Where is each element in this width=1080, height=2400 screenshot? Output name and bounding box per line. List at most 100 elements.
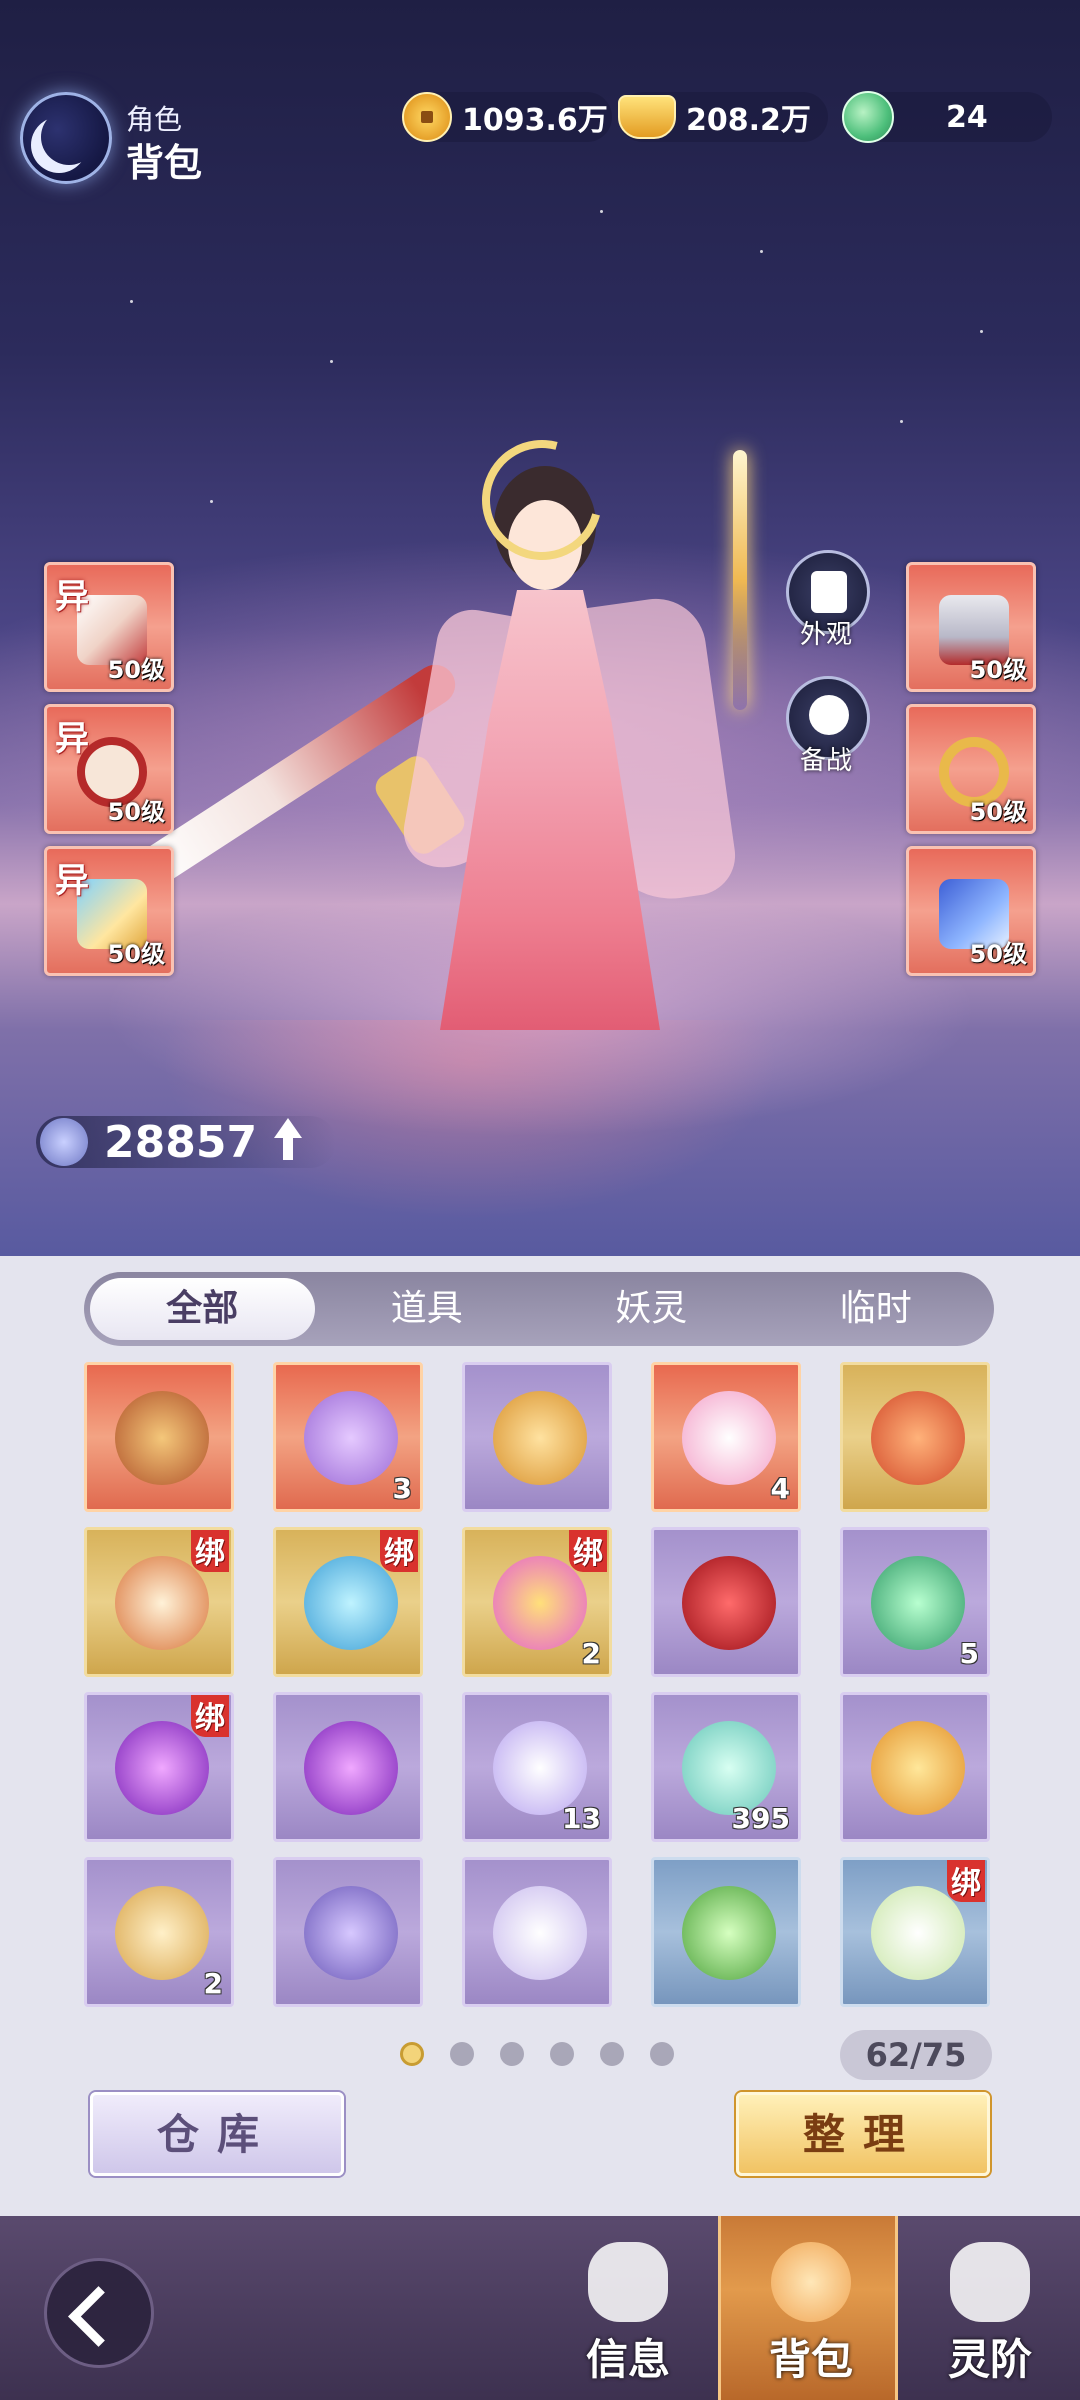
equip-slot-left-1[interactable]: 异 50级 (44, 562, 174, 692)
gold-ingot-icon (618, 95, 676, 139)
item-slot[interactable] (651, 1527, 801, 1677)
tab-spirits[interactable]: 妖灵 (539, 1278, 764, 1340)
equip-slot-right-2[interactable]: 50级 (906, 704, 1036, 834)
special-tag: 异 (55, 577, 89, 617)
item-slot[interactable]: 13 (462, 1692, 612, 1842)
potion-bottle-icon (682, 1721, 776, 1815)
copper-value: 1093.6万 (462, 103, 608, 138)
nav-bag[interactable]: 背包 (718, 2216, 898, 2400)
lucky-bag-icon (304, 1391, 398, 1485)
tab-temporary[interactable]: 临时 (764, 1278, 989, 1340)
royal-plaque-icon (115, 1886, 209, 1980)
currency-gold[interactable]: 208.2万 (618, 92, 828, 142)
item-grid: 3 4 绑绑 2 绑 5 绑 13 395 2 绑 (84, 1362, 994, 2012)
equip-slot-right-1[interactable]: 50级 (906, 562, 1036, 692)
item-slot[interactable] (273, 1857, 423, 2007)
bound-badge: 绑 (191, 1695, 229, 1737)
bag-icon (771, 2242, 851, 2322)
item-count: 13 (562, 1802, 601, 1835)
star (980, 330, 983, 333)
page-dot[interactable] (450, 2042, 474, 2066)
equip-slot-right-3[interactable]: 50级 (906, 846, 1036, 976)
item-slot[interactable] (651, 1857, 801, 2007)
red-rose-icon (682, 1556, 776, 1650)
sort-button[interactable]: 整理 (736, 2092, 990, 2176)
currency-copper[interactable]: 1093.6万 (402, 92, 612, 142)
item-count: 2 (203, 1967, 223, 2000)
item-slot[interactable]: 绑 (840, 1857, 990, 2007)
robe-icon (811, 571, 847, 613)
nav-spirit-rank-label: 灵阶 (947, 2335, 1032, 2384)
bound-badge: 绑 (191, 1530, 229, 1572)
back-arrow-icon[interactable] (44, 2258, 154, 2368)
equip-slot-left-2[interactable]: 异 50级 (44, 704, 174, 834)
equip-level: 50级 (107, 656, 165, 684)
combat-power-value: 28857 (104, 1116, 258, 1168)
page-indicator (400, 2042, 674, 2066)
item-count: 5 (959, 1637, 979, 1670)
item-slot[interactable]: 绑 (84, 1692, 234, 1842)
star (900, 420, 903, 423)
equip-level: 50级 (969, 798, 1027, 826)
nav-info[interactable]: 信息 (538, 2216, 718, 2400)
copper-coin-icon (402, 92, 452, 142)
appearance-label: 外观 (800, 620, 853, 650)
equip-level: 50级 (969, 656, 1027, 684)
crescent-moon-icon (20, 92, 112, 184)
item-slot[interactable]: 2绑 (462, 1527, 612, 1677)
equip-slot-left-3[interactable]: 异 50级 (44, 846, 174, 976)
page-dot[interactable] (500, 2042, 524, 2066)
fate-token-icon (493, 1391, 587, 1485)
crane-bird-icon (682, 1391, 776, 1485)
page-dot[interactable] (650, 2042, 674, 2066)
item-count: 395 (731, 1802, 790, 1835)
voucher-ticket-icon (871, 1391, 965, 1485)
item-slot[interactable] (840, 1362, 990, 1512)
jade-dragon-icon (842, 91, 894, 143)
combat-power-icon (40, 1118, 88, 1166)
page-dot[interactable] (400, 2042, 424, 2066)
nav-info-label: 信息 (585, 2335, 670, 2384)
item-count: 2 (581, 1637, 601, 1670)
item-slot[interactable]: 2 (84, 1857, 234, 2007)
flame-icon (950, 2242, 1030, 2322)
battle-prep-label: 备战 (800, 746, 853, 776)
item-slot[interactable]: 3 (273, 1362, 423, 1512)
treasure-chest-icon (115, 1391, 209, 1485)
item-slot[interactable] (273, 1692, 423, 1842)
equip-level: 50级 (107, 798, 165, 826)
item-slot[interactable]: 395 (651, 1692, 801, 1842)
bamboo-flute-icon (682, 1886, 776, 1980)
book-icon (304, 1886, 398, 1980)
special-tag: 异 (55, 719, 89, 759)
item-slot[interactable] (462, 1857, 612, 2007)
item-slot[interactable] (84, 1362, 234, 1512)
item-slot[interactable]: 绑 (273, 1527, 423, 1677)
crystal-ball-icon (304, 1721, 398, 1815)
nav-spirit-rank[interactable]: 灵阶 (900, 2216, 1080, 2400)
item-count: 3 (392, 1472, 412, 1505)
amber-crystal-icon (871, 1721, 965, 1815)
gold-value: 208.2万 (686, 103, 811, 138)
power-up-arrow-icon[interactable] (268, 1118, 308, 1166)
star (130, 300, 133, 303)
currency-jade[interactable]: 24 (842, 91, 1052, 143)
item-slot[interactable]: 5 (840, 1527, 990, 1677)
equip-level: 50级 (107, 940, 165, 968)
page-dot[interactable] (550, 2042, 574, 2066)
tab-items[interactable]: 道具 (315, 1278, 540, 1340)
star (760, 250, 763, 253)
item-slot[interactable]: 绑 (84, 1527, 234, 1677)
item-slot[interactable] (462, 1362, 612, 1512)
page-dot[interactable] (600, 2042, 624, 2066)
tab-all[interactable]: 全部 (90, 1278, 315, 1340)
item-slot[interactable]: 4 (651, 1362, 801, 1512)
bound-badge: 绑 (947, 1860, 985, 1902)
equip-level: 50级 (969, 940, 1027, 968)
lotus-flower-icon (493, 1721, 587, 1815)
item-slot[interactable] (840, 1692, 990, 1842)
mask-icon (809, 695, 849, 735)
warehouse-button[interactable]: 仓库 (90, 2092, 344, 2176)
special-tag: 异 (55, 861, 89, 901)
star (210, 500, 213, 503)
